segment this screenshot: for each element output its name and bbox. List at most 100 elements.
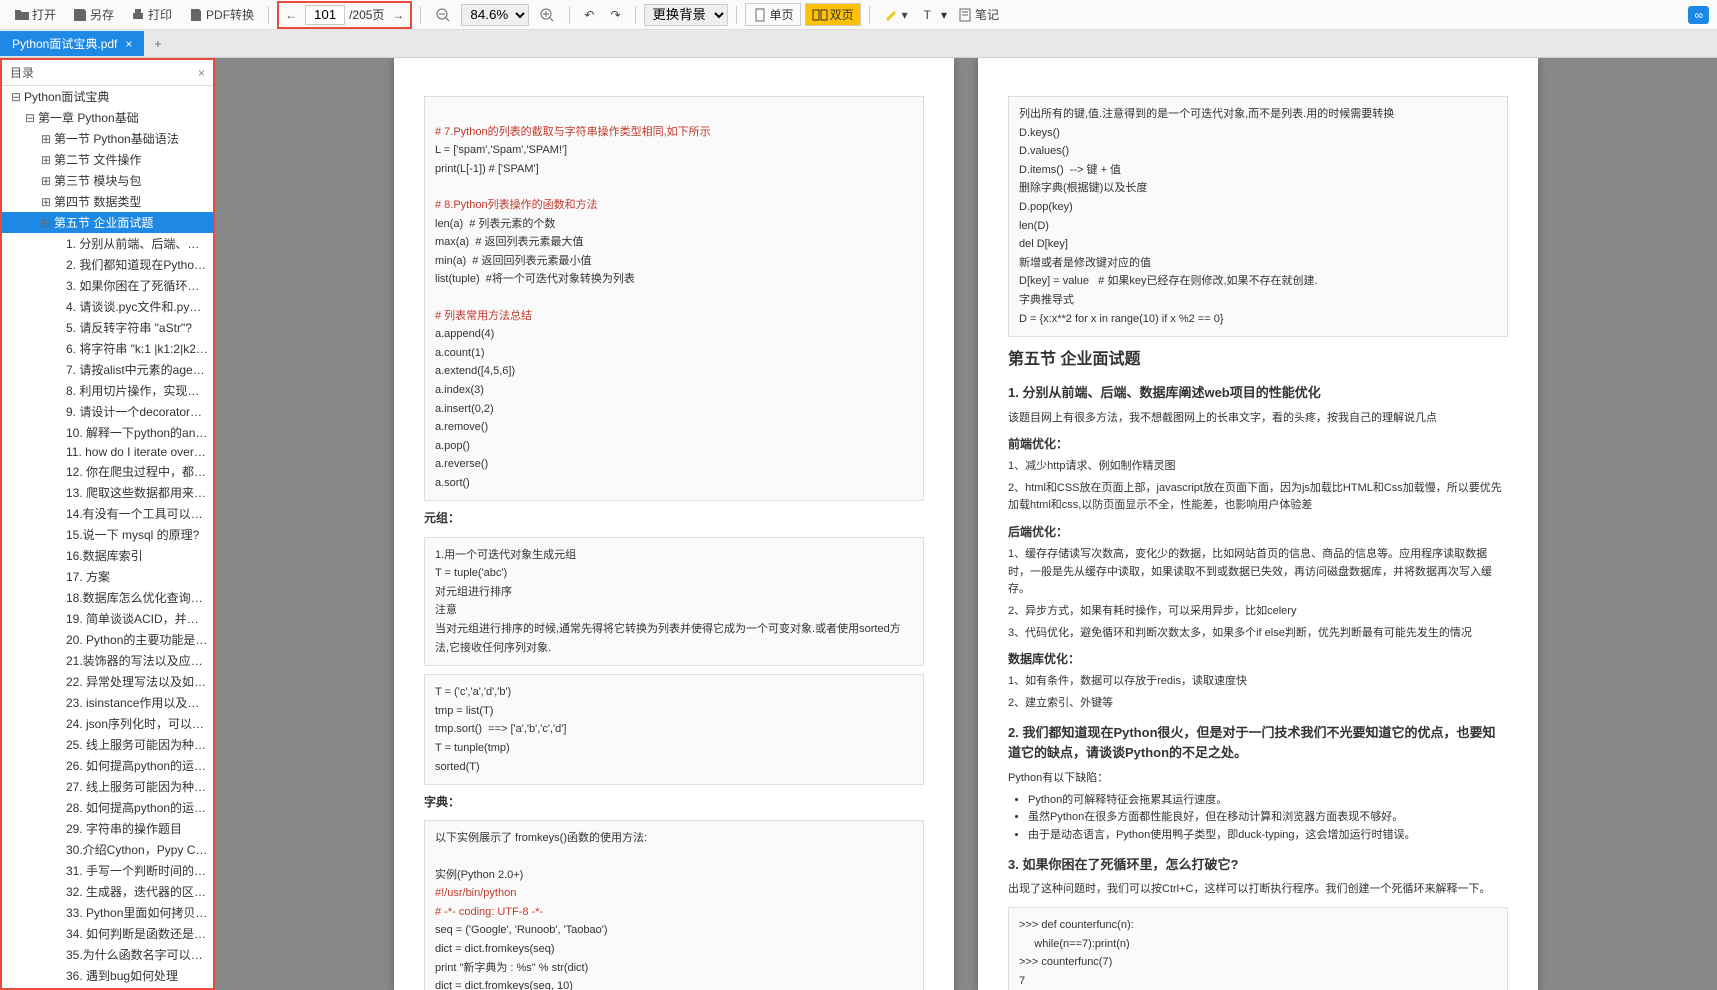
pdf-icon [188,7,204,23]
single-page-icon [752,7,768,23]
q1-desc: 该题目网上有很多方法，我不想截图网上的长串文字，看的头疼，按我自己的理解说几点 [1008,410,1508,428]
single-page-button[interactable]: 单页 [745,3,801,26]
outline-item[interactable]: 17. 方案 [2,566,213,587]
db-item: 1、如有条件，数据可以存放于redis，读取速度快 [1008,673,1508,691]
outline-item[interactable]: 11. how do I iterate over a s [2,443,213,461]
outline-item[interactable]: 27. 线上服务可能因为种种原因 [2,776,213,797]
next-page-button[interactable]: → [388,8,408,22]
outline-item[interactable]: 12. 你在爬虫过程中，都是怎么 [2,461,213,482]
question-1: 1. 分别从前端、后端、数据库阐述web项目的性能优化 [1008,383,1508,404]
text-tool-button[interactable]: T [918,6,937,24]
be-item: 3、代码优化，避免循环和判断次数太多，如果多个if else判断，优先判断最有可… [1008,625,1508,643]
outline-item[interactable]: 24. json序列化时，可以处理的 [2,713,213,734]
outline-item[interactable]: 18.数据库怎么优化查询效率? [2,587,213,608]
outline-item[interactable]: ⊟第一章 Python基础 [2,107,213,128]
outline-item[interactable]: ⊟第五节 企业面试题 [2,212,213,233]
tuple-heading: 元组： [424,509,924,528]
outline-item[interactable]: 19. 简单谈谈ACID，并解释每一 [2,608,213,629]
outline-item[interactable]: 37.分别从前端、后端、数据库 [2,986,213,988]
page-right: 列出所有的键,值.注意得到的是一个可迭代对象,而不是列表.用的时候需要转换 D.… [978,58,1538,990]
zoom-in-button[interactable] [533,5,561,25]
outline-item[interactable]: 14.有没有一个工具可以帮助查 [2,503,213,524]
print-icon [130,7,146,23]
outline-item[interactable]: 28. 如何提高python的运行效率 [2,797,213,818]
highlight-button[interactable]: ▾ [878,5,914,25]
outline-item[interactable]: 36. 遇到bug如何处理 [2,965,213,986]
sidebar-title: 目录 [10,64,34,81]
print-button[interactable]: 打印 [124,4,178,25]
outline-item[interactable]: 8. 利用切片操作，实现一个trim [2,380,213,401]
main-toolbar: 打开 另存 打印 PDF转换 ← /205页 → 84.6% ↶ ↷ 更换背景 … [0,0,1717,30]
page-left: # 7.Python的列表的截取与字符串操作类型相同,如下所示 L = ['sp… [394,58,954,990]
outline-item[interactable]: 10. 解释一下python的and-or [2,422,213,443]
outline-item[interactable]: ⊞第三节 模块与包 [2,170,213,191]
outline-item[interactable]: 33. Python里面如何拷贝一个对 [2,902,213,923]
outline-item[interactable]: 15.说一下 mysql 的原理? [2,524,213,545]
zoom-select[interactable]: 84.6% [461,4,529,26]
outline-item[interactable]: 29. 字符串的操作题目 [2,818,213,839]
section-heading: 第五节 企业面试题 [1008,347,1508,373]
outline-item[interactable]: ⊟Python面试宝典 [2,86,213,107]
double-page-button[interactable]: 双页 [805,3,861,26]
tab-bar: Python面试宝典.pdf × + [0,30,1717,58]
q2-list-item: 由于是动态语言，Python使用鸭子类型，即duck-typing，这会增加运行… [1028,827,1508,845]
background-select[interactable]: 更换背景 [644,4,728,26]
frontend-heading: 前端优化： [1008,435,1508,454]
outline-item[interactable]: 5. 请反转字符串 "aStr"? [2,317,213,338]
open-button[interactable]: 打开 [8,4,62,25]
prev-page-button[interactable]: ← [281,8,301,22]
redo-button[interactable]: ↷ [604,6,626,24]
outline-item[interactable]: 16.数据库索引 [2,545,213,566]
outline-item[interactable]: 3. 如果你困在了死循环里，怎 [2,275,213,296]
sidebar-close-button[interactable]: × [198,66,205,80]
outline-item[interactable]: ⊞第四节 数据类型 [2,191,213,212]
page-number-input[interactable] [305,5,345,25]
outline-item[interactable]: 13. 爬取这些数据都用来做什么 [2,482,213,503]
outline-item[interactable]: 21.装饰器的写法以及应用场景 [2,650,213,671]
outline-item[interactable]: 22. 异常处理写法以及如何主动 [2,671,213,692]
tab-close-button[interactable]: × [125,37,132,51]
outline-item[interactable]: 2. 我们都知道现在Python很火 [2,254,213,275]
new-tab-button[interactable]: + [144,33,171,55]
pdf-convert-button[interactable]: PDF转换 [182,4,260,25]
outline-item[interactable]: 30.介绍Cython，Pypy Cpytho [2,839,213,860]
infinity-icon[interactable]: ∞ [1688,6,1709,24]
outline-item[interactable]: 4. 请谈谈.pyc文件和.py文件的 [2,296,213,317]
outline-item[interactable]: 32. 生成器，迭代器的区别? [2,881,213,902]
outline-item[interactable]: ⊞第一节 Python基础语法 [2,128,213,149]
save-icon [72,7,88,23]
document-tab[interactable]: Python面试宝典.pdf × [0,31,144,56]
outline-item[interactable]: 35.为什么函数名字可以当做参 [2,944,213,965]
outline-item[interactable]: 6. 将字符串 "k:1 |k1:2|k2:3|k3 [2,338,213,359]
outline-item[interactable]: 7. 请按alist中元素的age由大 [2,359,213,380]
note-icon [957,7,973,23]
q3-desc: 出现了这种问题时，我们可以按Ctrl+C，这样可以打断执行程序。我们创建一个死循… [1008,881,1508,899]
zoom-out-button[interactable] [429,5,457,25]
outline-item[interactable]: 26. 如何提高python的运行效率 [2,755,213,776]
zoom-out-icon [435,7,451,23]
outline-item[interactable]: 1. 分别从前端、后端、数据库 [2,233,213,254]
outline-item[interactable]: 23. isinstance作用以及应用场 [2,692,213,713]
outline-item[interactable]: ⊞第二节 文件操作 [2,149,213,170]
db-heading: 数据库优化： [1008,650,1508,669]
outline-sidebar: 目录 × ⊟Python面试宝典⊟第一章 Python基础⊞第一节 Python… [0,58,215,990]
note-button[interactable]: 笔记 [951,4,1005,25]
outline-item[interactable]: 25. 线上服务可能因为种种原因 [2,734,213,755]
document-viewport[interactable]: # 7.Python的列表的截取与字符串操作类型相同,如下所示 L = ['sp… [215,58,1717,990]
outline-item[interactable]: 20. Python的主要功能是什么? [2,629,213,650]
zoom-in-icon [539,7,555,23]
highlight-icon [884,7,900,23]
outline-item[interactable]: 34. 如何判断是函数还是方法? [2,923,213,944]
outline-tree[interactable]: ⊟Python面试宝典⊟第一章 Python基础⊞第一节 Python基础语法⊞… [2,86,213,988]
question-2: 2. 我们都知道现在Python很火，但是对于一门技术我们不光要知道它的优点，也… [1008,723,1508,765]
tab-label: Python面试宝典.pdf [12,35,117,52]
outline-item[interactable]: 9. 请设计一个decorator，它可 [2,401,213,422]
undo-button[interactable]: ↶ [578,6,600,24]
save-as-button[interactable]: 另存 [66,4,120,25]
outline-item[interactable]: 31. 手写一个判断时间的装饰器 [2,860,213,881]
backend-heading: 后端优化： [1008,523,1508,542]
be-item: 1、缓存存储读写次数高，变化少的数据，比如网站首页的信息、商品的信息等。应用程序… [1008,546,1508,599]
fe-item: 1、减少http请求、例如制作精灵图 [1008,458,1508,476]
double-page-icon [812,7,828,23]
q2-list-item: 虽然Python在很多方面都性能良好，但在移动计算和浏览器方面表现不够好。 [1028,809,1508,827]
